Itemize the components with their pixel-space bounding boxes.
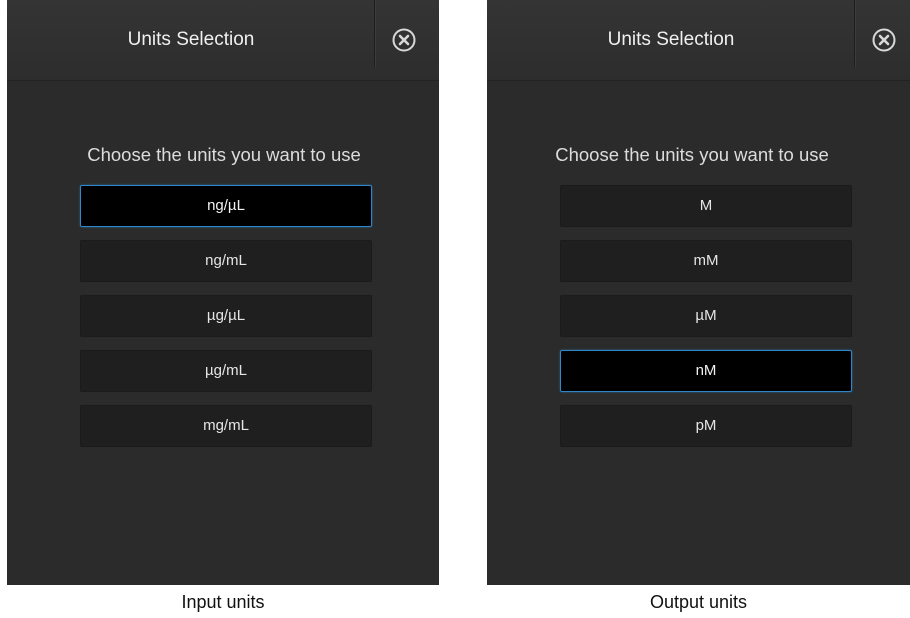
unit-option-ng-per-ml[interactable]: ng/mL xyxy=(80,240,372,282)
unit-option-ng-per-ul[interactable]: ng/µL xyxy=(80,185,372,227)
unit-option-m[interactable]: M xyxy=(560,185,852,227)
unit-option-list: ng/µL ng/mL µg/µL µg/mL mg/mL xyxy=(80,185,372,460)
caption-input-units: Input units xyxy=(181,592,265,612)
close-button[interactable] xyxy=(871,27,897,53)
unit-option-um[interactable]: µM xyxy=(560,295,852,337)
dialog-title: Units Selection xyxy=(127,29,255,50)
dialog-header: Units Selection xyxy=(7,0,439,81)
unit-option-pm[interactable]: pM xyxy=(560,405,852,447)
prompt-text: Choose the units you want to use xyxy=(87,144,361,165)
unit-option-mm[interactable]: mM xyxy=(560,240,852,282)
unit-option-list: M mM µM nM pM xyxy=(560,185,852,460)
close-circle-icon xyxy=(872,28,896,52)
close-circle-icon xyxy=(392,28,416,52)
prompt-text: Choose the units you want to use xyxy=(555,144,829,165)
unit-option-ug-per-ul[interactable]: µg/µL xyxy=(80,295,372,337)
units-selection-dialog-output: Units Selection Choose the units you wan… xyxy=(487,0,910,585)
dialog-header: Units Selection xyxy=(487,0,910,81)
header-divider xyxy=(854,0,855,67)
unit-option-mg-per-ml[interactable]: mg/mL xyxy=(80,405,372,447)
close-button[interactable] xyxy=(391,27,417,53)
caption-output-units: Output units xyxy=(649,592,748,612)
unit-option-nm[interactable]: nM xyxy=(560,350,852,392)
header-divider xyxy=(374,0,375,67)
units-selection-dialog-input: Units Selection Choose the units you wan… xyxy=(7,0,439,585)
dialog-title: Units Selection xyxy=(607,29,735,50)
unit-option-ug-per-ml[interactable]: µg/mL xyxy=(80,350,372,392)
